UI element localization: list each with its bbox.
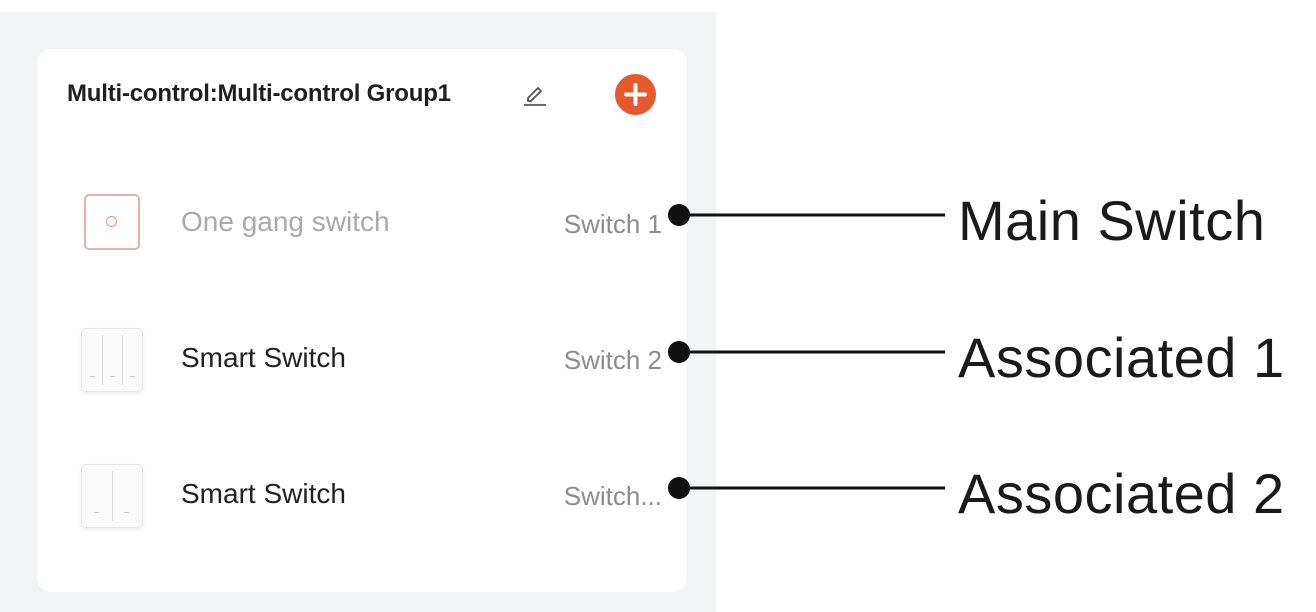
device-channel: Switch...	[563, 481, 662, 511]
multi-control-group-card: Multi-control:Multi-control Group1 One g…	[37, 49, 687, 592]
device-channel: Switch 2	[563, 345, 662, 375]
plus-icon	[624, 83, 647, 106]
add-device-button[interactable]	[615, 74, 656, 115]
device-row-main[interactable]: One gang switch Switch 1	[37, 182, 687, 262]
device-name: Smart Switch	[181, 342, 346, 373]
group-title: Multi-control:Multi-control Group1	[67, 80, 451, 107]
callout-associated-2: Associated 2	[958, 462, 1285, 525]
device-row-associated-1[interactable]: Smart Switch Switch 2	[37, 318, 687, 398]
edit-pencil-icon[interactable]	[521, 79, 549, 107]
two-gang-switch-icon	[81, 464, 143, 528]
device-name: Smart Switch	[181, 478, 346, 509]
callout-main-switch: Main Switch	[958, 189, 1266, 252]
three-gang-switch-icon	[81, 328, 143, 392]
group-panel: Multi-control:Multi-control Group1 One g…	[0, 12, 716, 612]
device-row-associated-2[interactable]: Smart Switch Switch...	[37, 454, 687, 534]
device-name: One gang switch	[181, 206, 390, 237]
device-channel: Switch 1	[563, 209, 662, 239]
callout-associated-1: Associated 1	[958, 326, 1285, 389]
one-gang-switch-icon	[84, 194, 140, 250]
